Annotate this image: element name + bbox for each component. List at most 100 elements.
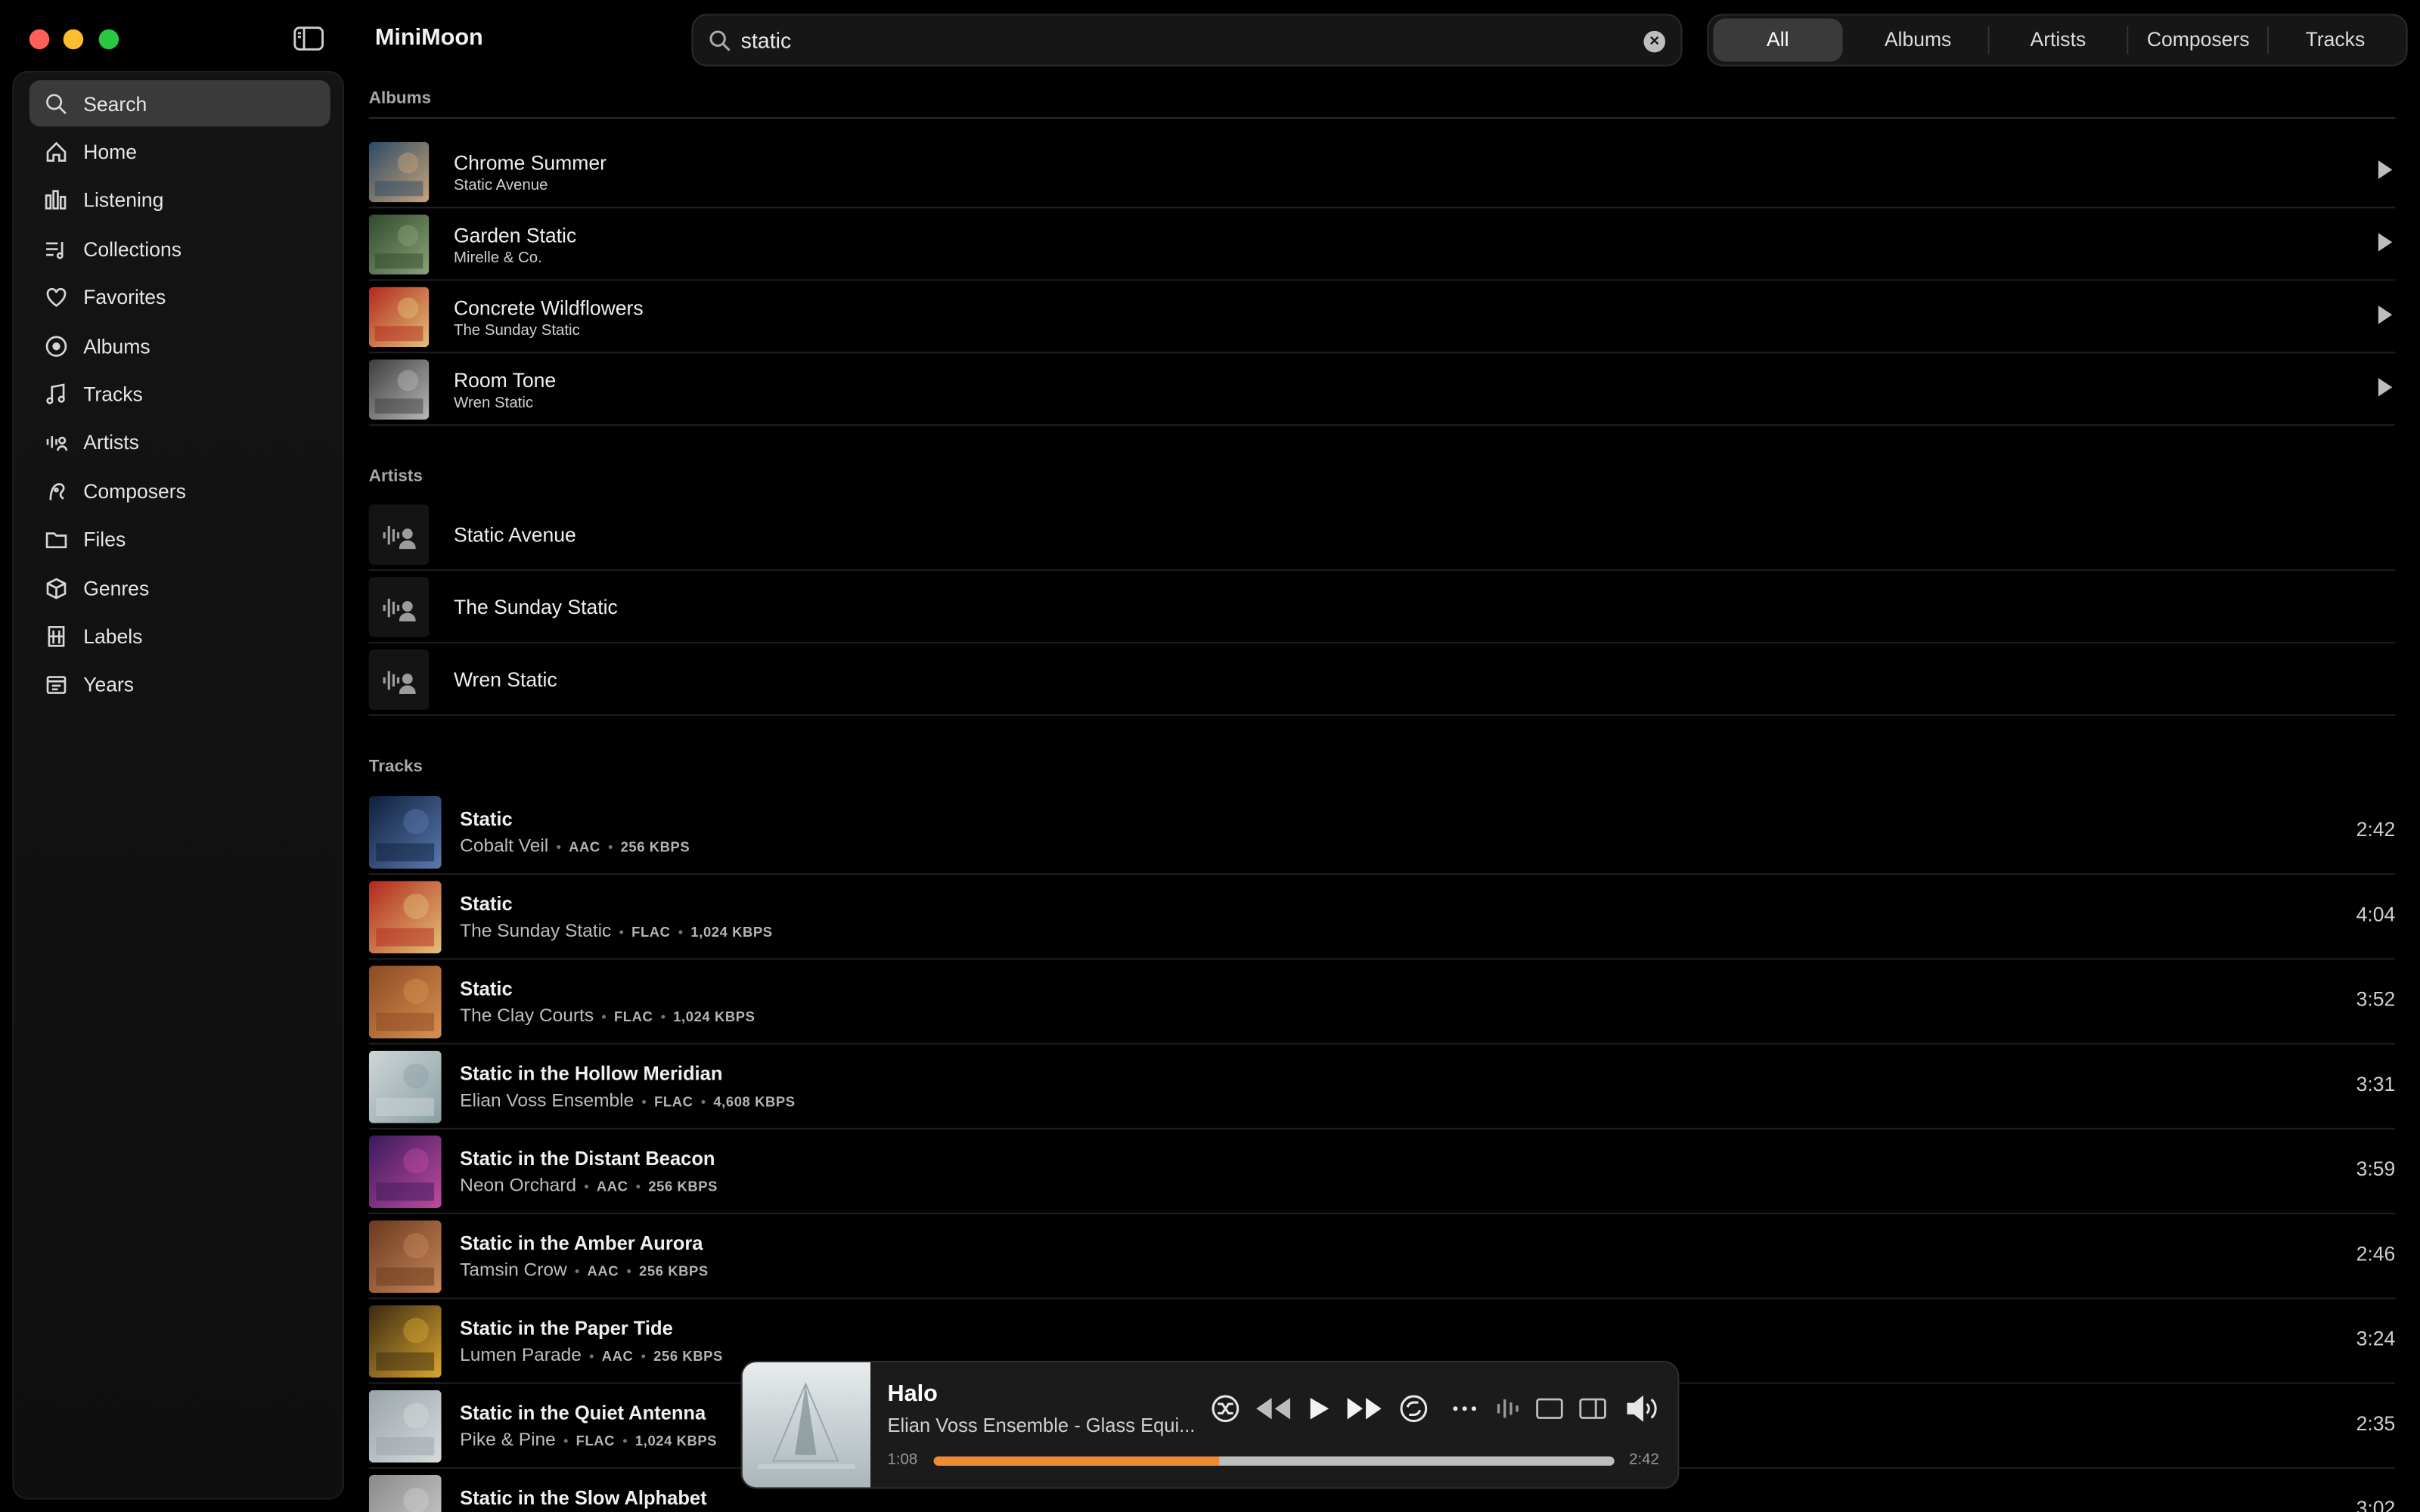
filter-tab-artists[interactable]: Artists (1989, 18, 2127, 61)
sidebar-item-label: Tracks (83, 382, 143, 406)
search-input[interactable] (740, 23, 1637, 57)
search-results: Albums Artists Tracks Chrome Summer Stati… (346, 71, 2420, 1512)
track-format: AAC (596, 1179, 628, 1194)
queue-panel-icon[interactable] (1576, 1393, 1610, 1424)
sidebar-item-artists[interactable]: Artists (29, 420, 330, 466)
album-row[interactable]: Concrete Wildflowers The Sunday Static (368, 280, 2396, 354)
sidebar-item-files[interactable]: Files (29, 516, 330, 562)
artist-avatar (368, 649, 430, 710)
next-icon[interactable] (1345, 1393, 1385, 1424)
track-row[interactable]: Static in the Hollow Meridian Elian Voss … (368, 1045, 2396, 1129)
track-meta: The Sunday Static • FLAC • 1,024 KBPS (460, 919, 772, 941)
window-zoom-button[interactable] (98, 29, 119, 50)
sidebar-item-label: Artists (83, 430, 139, 454)
filter-tab-albums[interactable]: Albums (1848, 18, 1987, 61)
albums-section-title: Albums (368, 89, 432, 108)
sidebar-item-years[interactable]: Years (29, 662, 330, 708)
sidebar-item-listening[interactable]: Listening (29, 177, 330, 223)
track-artist: The Clay Courts (460, 1004, 594, 1027)
album-row[interactable]: Garden Static Mirelle & Co. (368, 209, 2396, 281)
artist-name: The Sunday Static (453, 595, 618, 619)
track-row[interactable]: Static The Sunday Static • FLAC • 1,024 KBPS 4… (368, 875, 2396, 960)
sidebar-item-composers[interactable]: Composers (29, 468, 330, 514)
shuffle-icon[interactable] (1208, 1393, 1243, 1424)
waveform-icon[interactable] (1492, 1393, 1523, 1424)
sidebar-item-labels[interactable]: Labels (29, 613, 330, 659)
artist-name: Wren Static (453, 668, 557, 692)
total-time: 2:42 (1629, 1452, 1659, 1469)
separator-dot: • (601, 1009, 607, 1025)
window-close-button[interactable] (29, 29, 50, 50)
track-duration: 3:59 (2356, 1157, 2396, 1181)
separator-dot: • (700, 1093, 706, 1110)
track-title: Static in the Hollow Meridian (460, 1063, 723, 1085)
track-artwork (368, 1136, 442, 1208)
sidebar-item-label: Genres (83, 576, 150, 600)
album-row[interactable]: Room Tone Wren Static (368, 353, 2396, 426)
play-icon[interactable] (1304, 1393, 1332, 1424)
play-icon[interactable] (2378, 305, 2393, 324)
artist-avatar (368, 577, 430, 637)
album-artist: Static Avenue (453, 177, 548, 195)
separator-dot: • (574, 1263, 580, 1279)
track-row[interactable]: Static in the Distant Beacon Neon Orchard… (368, 1129, 2396, 1215)
miniplayer-icon[interactable] (1533, 1393, 1567, 1424)
sidebar-item-label: Files (83, 528, 126, 551)
artist-icon (383, 525, 416, 550)
sidebar-item-search[interactable]: Search (29, 80, 330, 127)
divider (368, 117, 2396, 119)
track-row[interactable]: Static The Clay Courts • FLAC • 1,024 KBPS 3:5… (368, 959, 2396, 1045)
sidebar-item-genres[interactable]: Genres (29, 565, 330, 611)
sidebar-item-collections[interactable]: Collections (29, 225, 330, 271)
window-minimize-button[interactable] (63, 29, 84, 50)
progress-bar[interactable] (933, 1456, 1615, 1466)
repeat-icon[interactable] (1397, 1393, 1431, 1424)
artist-icon (46, 436, 68, 451)
album-title: Chrome Summer (453, 150, 607, 175)
play-icon[interactable] (2378, 160, 2393, 179)
play-icon[interactable] (2378, 233, 2393, 252)
track-bitrate: 256 KBPS (620, 839, 690, 855)
artist-row[interactable]: Static Avenue (368, 498, 2396, 572)
album-title: Room Tone (453, 368, 557, 392)
sidebar-item-favorites[interactable]: Favorites (29, 274, 330, 320)
track-artist: Elian Voss Ensemble (460, 1089, 634, 1111)
previous-icon[interactable] (1253, 1393, 1293, 1424)
separator-dot: • (563, 1433, 569, 1449)
sidebar-item-tracks[interactable]: Tracks (29, 371, 330, 417)
album-row[interactable]: Chrome Summer Static Avenue (368, 136, 2396, 209)
filter-tab-tracks[interactable]: Tracks (2269, 18, 2401, 61)
track-artwork (368, 1220, 442, 1294)
filter-tab-all[interactable]: All (1713, 18, 1843, 62)
album-title: Concrete Wildflowers (453, 296, 644, 320)
track-artwork (368, 965, 442, 1039)
separator-dot: • (619, 924, 624, 940)
track-title: Static in the Amber Aurora (460, 1232, 703, 1255)
sidebar-item-label: Composers (83, 479, 186, 503)
more-icon[interactable] (1449, 1393, 1480, 1424)
search-field[interactable]: × (691, 14, 1683, 67)
folder-icon (45, 532, 67, 549)
sidebar-item-label: Listening (83, 188, 164, 212)
clear-search-icon[interactable]: × (1643, 30, 1666, 53)
track-row[interactable]: Static Cobalt Veil • AAC • 256 KBPS 2:42 (368, 790, 2396, 875)
app-window: MiniMoon × AllAlbumsArtistsComposersTrac… (0, 0, 2420, 1512)
artist-row[interactable]: Wren Static (368, 643, 2396, 716)
now-playing-artwork[interactable] (742, 1362, 871, 1489)
album-artwork (368, 287, 430, 348)
filter-tab-composers[interactable]: Composers (2129, 18, 2267, 61)
play-icon[interactable] (2378, 377, 2393, 397)
track-row[interactable]: Static in the Amber Aurora Tamsin Crow • AA… (368, 1214, 2396, 1300)
sidebar-item-albums[interactable]: Albums (29, 323, 330, 369)
separator-dot: • (607, 839, 613, 855)
sidebar-item-label: Search (83, 91, 147, 116)
track-title: Static in the Quiet Antenna (460, 1402, 706, 1424)
volume-icon[interactable] (1624, 1393, 1661, 1424)
sidebar-item-label: Collections (83, 237, 182, 261)
track-format: FLAC (631, 924, 671, 940)
track-duration: 3:31 (2356, 1072, 2396, 1095)
artist-row[interactable]: The Sunday Static (368, 571, 2396, 644)
sidebar-item-home[interactable]: Home (29, 129, 330, 175)
sidebar-item-label: Albums (83, 333, 150, 358)
sidebar-toggle-icon[interactable] (293, 26, 324, 51)
